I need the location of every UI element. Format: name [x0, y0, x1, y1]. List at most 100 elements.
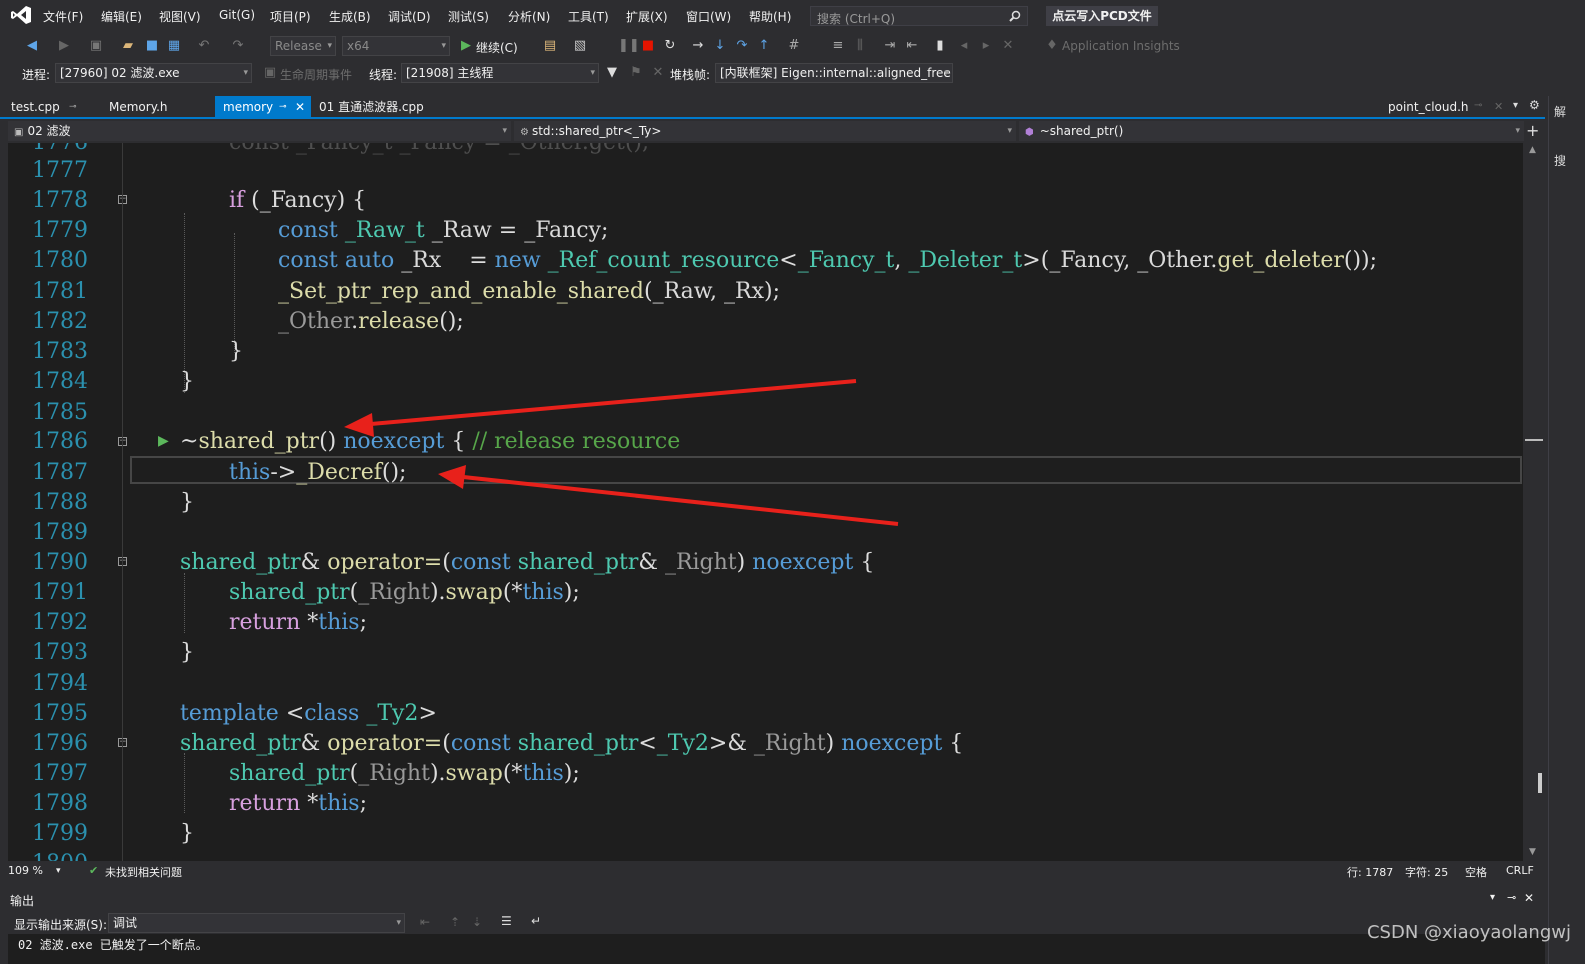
- side-tool-strip: 解 搜: [1548, 96, 1585, 964]
- thread-icon[interactable]: ≡: [830, 38, 846, 54]
- next-message-icon[interactable]: ⇣: [472, 915, 482, 929]
- filter-icon[interactable]: ▼: [604, 65, 620, 81]
- scroll-down-icon[interactable]: ▼: [1529, 847, 1536, 857]
- hex-icon[interactable]: #: [786, 38, 802, 54]
- member-select[interactable]: ⬢ ~shared_ptr() ▾: [1019, 121, 1524, 141]
- visual-studio-logo-icon: [11, 6, 31, 24]
- menu-view[interactable]: 视图(V): [159, 8, 201, 25]
- output-text-area[interactable]: 02 滤波.exe 已触发了一个断点。: [8, 934, 1545, 964]
- whitespace-indicator[interactable]: 空格: [1465, 864, 1487, 880]
- stack-icon[interactable]: ⫼: [852, 38, 868, 54]
- menu-edit[interactable]: 编辑(E): [101, 8, 142, 25]
- back-icon[interactable]: ◀: [24, 38, 40, 54]
- arrow-head: [438, 465, 466, 489]
- output-title: 输出: [10, 894, 35, 908]
- tab-test-cpp[interactable]: test.cpp ⊸: [3, 96, 93, 118]
- tab-point-cloud-h[interactable]: point_cloud.h: [1380, 96, 1470, 118]
- step-into-icon[interactable]: ↓: [712, 38, 728, 54]
- open-folder-icon[interactable]: ▰: [120, 38, 136, 54]
- menu-project[interactable]: 项目(P): [270, 8, 311, 25]
- continue-button[interactable]: 继续(C): [476, 39, 518, 56]
- undo-icon[interactable]: ↶: [196, 38, 212, 54]
- code-editor[interactable]: 1776 1777 1778 1779 1780 1781 1782 1783 …: [8, 143, 1523, 861]
- step-out-icon[interactable]: ↑: [756, 38, 772, 54]
- output-source-select[interactable]: 调试 ▾: [108, 913, 405, 933]
- pin-icon[interactable]: ⊸: [69, 96, 77, 118]
- indent-icon[interactable]: ⇥: [882, 38, 898, 54]
- new-project-icon[interactable]: ▣: [88, 38, 104, 54]
- eol-indicator[interactable]: CRLF: [1506, 864, 1534, 877]
- menu-extensions[interactable]: 扩展(X): [626, 8, 668, 25]
- search-tab[interactable]: 搜: [1554, 152, 1566, 169]
- attach-icon[interactable]: ▤: [542, 38, 558, 54]
- app-insights-button[interactable]: Application Insights: [1062, 39, 1180, 53]
- configuration-select[interactable]: Release ▾: [270, 36, 336, 56]
- zoom-dropdown-icon[interactable]: ▾: [56, 866, 61, 876]
- menu-file[interactable]: 文件(F): [43, 8, 83, 25]
- show-next-statement-icon[interactable]: →: [690, 38, 706, 54]
- scroll-up-icon[interactable]: ▲: [1529, 145, 1536, 155]
- menu-window[interactable]: 窗口(W): [686, 8, 731, 25]
- menu-analyze[interactable]: 分析(N): [508, 8, 550, 25]
- close-icon[interactable]: ✕: [1524, 891, 1534, 905]
- bookmark-icon[interactable]: ▮: [932, 38, 948, 54]
- project-select[interactable]: ▣ 02 滤波 ▾: [8, 121, 511, 141]
- pin-icon[interactable]: ⊸: [279, 96, 287, 118]
- restart-icon[interactable]: ↻: [662, 38, 678, 54]
- search-placeholder: 搜索 (Ctrl+Q): [817, 12, 896, 26]
- word-wrap-icon[interactable]: ↵: [531, 914, 541, 928]
- issues-status[interactable]: 未找到相关问题: [105, 864, 182, 880]
- char-indicator: 字符: 25: [1405, 866, 1449, 879]
- prev-message-icon[interactable]: ⇡: [450, 915, 460, 929]
- pin-icon[interactable]: ⊸: [1474, 100, 1482, 111]
- go-to-code-icon[interactable]: ⇤: [420, 915, 430, 929]
- outdent-icon[interactable]: ⇤: [904, 38, 920, 54]
- platform-select[interactable]: x64 ▾: [342, 36, 450, 56]
- save-icon[interactable]: ■: [144, 38, 160, 54]
- menu-tools[interactable]: 工具(T): [568, 8, 609, 25]
- process-select[interactable]: [27960] 02 滤波.exe ▾: [55, 63, 252, 83]
- close-icon[interactable]: ✕: [1494, 100, 1503, 113]
- next-bookmark-icon[interactable]: ▸: [978, 38, 994, 54]
- search-input[interactable]: 搜索 (Ctrl+Q): [810, 6, 1028, 26]
- clear-all-icon[interactable]: ☰: [501, 914, 512, 928]
- gear-icon[interactable]: ⚙: [1529, 98, 1540, 112]
- menu-debug[interactable]: 调试(D): [388, 8, 431, 25]
- diagnostic-icon[interactable]: ▧: [572, 38, 588, 54]
- annotation-arrows: [344, 379, 899, 526]
- scope-select[interactable]: ⚙ std::shared_ptr<_Ty> ▾: [514, 121, 1016, 141]
- menu-build[interactable]: 生成(B): [329, 8, 371, 25]
- forward-icon[interactable]: ▶: [56, 38, 72, 54]
- thread-select[interactable]: [21908] 主线程 ▾: [401, 63, 599, 83]
- stop-icon[interactable]: ■: [640, 38, 656, 54]
- output-message: 02 滤波.exe 已触发了一个断点。: [18, 938, 208, 952]
- panel-menu-icon[interactable]: ▾: [1490, 892, 1495, 903]
- close-icon[interactable]: ✕: [295, 96, 305, 118]
- tab-01-filter-cpp[interactable]: 01 直通滤波器.cpp: [311, 96, 441, 118]
- solution-explorer-tab[interactable]: 解: [1554, 103, 1566, 120]
- menu-test[interactable]: 测试(S): [448, 8, 489, 25]
- vertical-scrollbar[interactable]: ▲ ▼: [1523, 143, 1545, 861]
- pin-icon[interactable]: ⊸: [1507, 891, 1516, 904]
- scroll-thumb[interactable]: [1538, 773, 1542, 793]
- stack-frame-select[interactable]: [内联框架] Eigen::internal::aligned_free ▾: [715, 63, 953, 83]
- clear-bookmarks-icon[interactable]: ✕: [1000, 38, 1016, 54]
- menu-git[interactable]: Git(G): [219, 8, 255, 22]
- step-over-icon[interactable]: ↷: [734, 38, 750, 54]
- lifecycle-events-button[interactable]: 生命周期事件: [280, 66, 352, 83]
- tab-list-dropdown-icon[interactable]: ▾: [1513, 100, 1518, 111]
- tab-memory[interactable]: memory ⊸ ✕: [215, 96, 311, 118]
- lifecycle-icon: ▣: [263, 65, 277, 80]
- clear-filter-icon[interactable]: ✕: [650, 65, 666, 81]
- save-all-icon[interactable]: ▦: [166, 38, 182, 54]
- tab-memory-h[interactable]: Memory.h: [101, 96, 211, 118]
- continue-icon[interactable]: ▶: [458, 38, 474, 54]
- split-editor-icon[interactable]: +: [1526, 121, 1539, 140]
- project-icon: ▣: [14, 127, 24, 138]
- pause-icon[interactable]: ❚❚: [618, 38, 640, 54]
- zoom-level[interactable]: 109 %: [8, 864, 43, 877]
- redo-icon[interactable]: ↷: [230, 38, 246, 54]
- prev-bookmark-icon[interactable]: ◂: [956, 38, 972, 54]
- menu-help[interactable]: 帮助(H): [749, 8, 791, 25]
- flag-icon[interactable]: ⚑: [628, 65, 644, 81]
